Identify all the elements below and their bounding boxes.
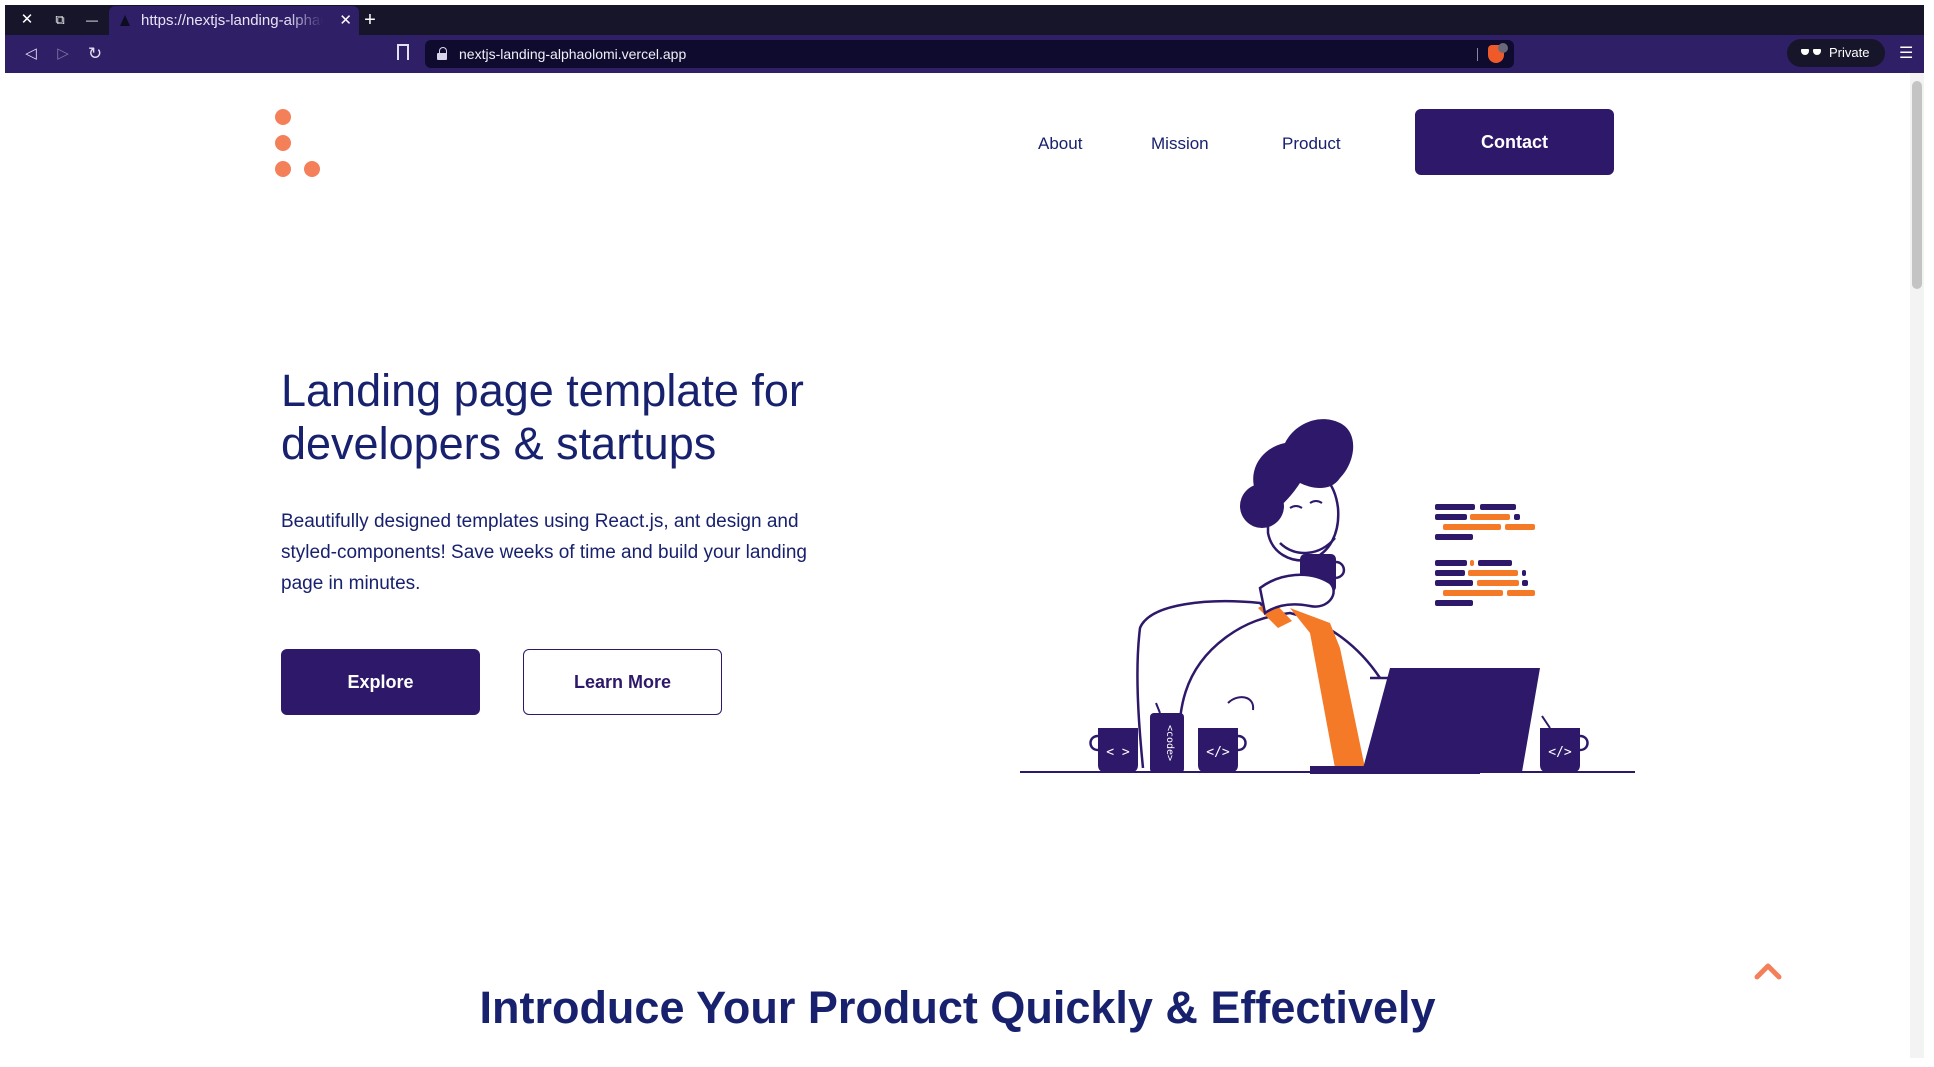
- tab-title: https://nextjs-landing-alphaolomi.vercel…: [141, 12, 323, 29]
- site-logo[interactable]: [270, 109, 320, 185]
- mug-middle-label: </>: [1206, 745, 1230, 760]
- logo-dot: [275, 135, 291, 151]
- reload-icon[interactable]: ↻: [83, 43, 107, 65]
- page-viewport: About Mission Product Contact Landing pa…: [5, 73, 1924, 1058]
- mug-right-label: </>: [1548, 745, 1572, 760]
- can-label: <code>: [1164, 725, 1175, 761]
- tab-bar: ✕ ⧉ — https://nextjs-landing-alphaolomi.…: [5, 5, 1924, 35]
- scrollbar-thumb[interactable]: [1912, 81, 1922, 289]
- nav-about-link[interactable]: About: [1038, 134, 1082, 154]
- logo-dot: [304, 161, 320, 177]
- code-snippet-icon: [1435, 504, 1535, 606]
- developer-illustration: < > <code> </> </>: [1020, 419, 1635, 774]
- minimize-window-icon[interactable]: —: [81, 10, 103, 30]
- lock-icon[interactable]: [437, 47, 447, 60]
- back-icon[interactable]: ◁: [19, 43, 43, 65]
- browser-toolbar: ◁ ▷ ↻ nextjs-landing-alphaolomi.vercel.a…: [5, 35, 1924, 73]
- scroll-to-top-icon[interactable]: [1753, 959, 1783, 981]
- nav-product-link[interactable]: Product: [1282, 134, 1341, 154]
- hero-title: Landing page template for developers & s…: [281, 365, 804, 469]
- new-tab-icon[interactable]: +: [359, 9, 381, 31]
- forward-icon[interactable]: ▷: [51, 43, 75, 65]
- browser-window: ✕ ⧉ — https://nextjs-landing-alphaolomi.…: [5, 5, 1924, 1058]
- section-title: Introduce Your Product Quickly & Effecti…: [479, 982, 1436, 1033]
- hero-description: Beautifully designed templates using Rea…: [281, 511, 807, 594]
- nav-mission-link[interactable]: Mission: [1151, 134, 1209, 154]
- private-window-badge[interactable]: Private: [1787, 39, 1885, 67]
- logo-dot: [275, 161, 291, 177]
- soda-can-icon: <code>: [1150, 702, 1184, 773]
- site-favicon-icon: [120, 15, 130, 26]
- address-bar-divider: [1477, 48, 1478, 61]
- browser-tab[interactable]: https://nextjs-landing-alphaolomi.vercel…: [109, 6, 359, 35]
- address-bar[interactable]: nextjs-landing-alphaolomi.vercel.app: [425, 40, 1514, 68]
- private-glasses-icon: [1801, 49, 1821, 57]
- page-scrollbar[interactable]: [1910, 73, 1924, 1058]
- explore-button[interactable]: Explore: [281, 649, 480, 715]
- browser-menu-icon[interactable]: ☰: [1899, 43, 1913, 63]
- brave-shields-icon[interactable]: [1488, 43, 1508, 63]
- restore-window-icon[interactable]: ⧉: [49, 10, 71, 30]
- url-text[interactable]: nextjs-landing-alphaolomi.vercel.app: [459, 40, 686, 68]
- contact-button[interactable]: Contact: [1415, 109, 1614, 175]
- private-label: Private: [1829, 45, 1870, 60]
- mug-left-icon: < >: [1089, 728, 1138, 772]
- tab-close-icon[interactable]: ✕: [339, 6, 352, 35]
- bookmark-icon[interactable]: [397, 44, 409, 60]
- mug-left-label: < >: [1106, 745, 1130, 760]
- mug-right-icon: </>: [1540, 715, 1589, 772]
- close-window-icon[interactable]: ✕: [16, 10, 38, 30]
- logo-dot: [275, 109, 291, 125]
- learn-more-button[interactable]: Learn More: [523, 649, 722, 715]
